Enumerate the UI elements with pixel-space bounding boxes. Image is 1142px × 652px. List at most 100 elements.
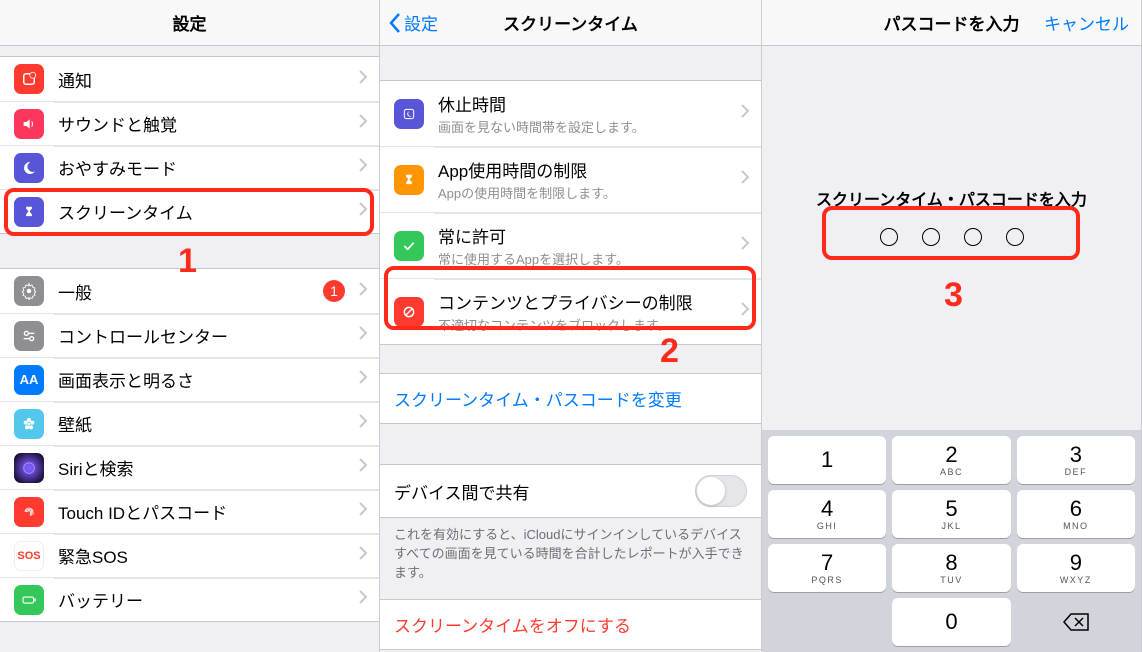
passcode-dot [1006,228,1024,246]
passcode-dot [964,228,982,246]
navbar: パスコードを入力 キャンセル [762,0,1141,46]
back-label: 設定 [404,10,438,35]
row-title: コンテンツとプライバシーの制限 [438,289,733,314]
key-2[interactable]: 2ABC [892,436,1010,484]
settings-panel: 設定 通知 サウンドと触覚 おやすみモード [0,0,380,652]
row-subtitle: 不適切なコンテンツをブロックします。 [438,315,733,334]
battery-icon [14,585,44,615]
change-passcode-link[interactable]: スクリーンタイム・パスコードを変更 [380,373,761,424]
row-label: おやすみモード [58,155,351,180]
chevron-right-icon [359,70,367,89]
row-downtime[interactable]: 休止時間 画面を見ない時間帯を設定します。 [380,81,761,146]
row-label: Siriと検索 [58,455,351,480]
share-across-devices-row[interactable]: デバイス間で共有 [380,464,761,518]
chevron-right-icon [359,414,367,433]
back-button[interactable]: 設定 [388,10,438,35]
key-8[interactable]: 8TUV [892,544,1010,592]
sos-icon: SOS [14,541,44,571]
share-footnote: これを有効にすると、iCloudにサインインしているデバイスすべての画面を見てい… [380,518,761,591]
row-sounds[interactable]: サウンドと触覚 [0,101,379,145]
share-toggle[interactable] [695,475,747,507]
navbar: 設定 [0,0,379,46]
passcode-dot [880,228,898,246]
row-label: サウンドと触覚 [58,111,351,136]
page-title: スクリーンタイム [503,10,638,35]
row-title: App使用時間の制限 [438,157,733,182]
row-dnd[interactable]: おやすみモード [0,145,379,189]
aa-icon: AA [14,365,44,395]
row-title: 休止時間 [438,91,733,116]
chevron-right-icon [741,170,749,189]
key-6[interactable]: 6MNO [1017,490,1135,538]
chevron-right-icon [741,236,749,255]
turn-off-screentime-link[interactable]: スクリーンタイムをオフにする [380,599,761,650]
row-notifications[interactable]: 通知 [0,57,379,101]
row-label: 壁紙 [58,411,351,436]
row-always-allow[interactable]: 常に許可 常に使用するAppを選択します。 [380,212,761,278]
check-icon [394,231,424,261]
row-label: 緊急SOS [58,543,351,568]
row-subtitle: 画面を見ない時間帯を設定します。 [438,117,733,136]
page-title: 設定 [173,10,207,35]
backspace-icon [1062,612,1090,632]
passcode-dot [922,228,940,246]
chevron-right-icon [741,104,749,123]
row-label: バッテリー [58,587,351,612]
settings-group-2: 一般 1 コントロールセンター AA 画面表示と明るさ 壁紙 [0,268,379,622]
chevron-right-icon [359,158,367,177]
row-siri[interactable]: Siriと検索 [0,445,379,489]
annotation-step-number: 1 [178,242,197,281]
key-5[interactable]: 5JKL [892,490,1010,538]
row-control-center[interactable]: コントロールセンター [0,313,379,357]
chevron-right-icon [359,282,367,301]
row-sos[interactable]: SOS 緊急SOS [0,533,379,577]
chevron-right-icon [359,370,367,389]
screentime-panel: 設定 スクリーンタイム 休止時間 画面を見ない時間帯を設定します。 App使用時… [380,0,762,652]
key-3[interactable]: 3DEF [1017,436,1135,484]
passcode-panel: パスコードを入力 キャンセル スクリーンタイム・パスコードを入力 3 1 2AB… [762,0,1142,652]
row-subtitle: 常に使用するAppを選択します。 [438,249,733,268]
row-content-privacy[interactable]: コンテンツとプライバシーの制限 不適切なコンテンツをブロックします。 [380,278,761,344]
key-delete[interactable] [1017,598,1135,646]
hourglass-icon [394,165,424,195]
key-7[interactable]: 7PQRS [768,544,886,592]
row-touchid[interactable]: Touch IDとパスコード [0,489,379,533]
flower-icon [14,409,44,439]
chevron-right-icon [359,114,367,133]
row-label: スクリーンタイム [58,199,351,224]
sound-icon [14,109,44,139]
row-label: Touch IDとパスコード [58,499,351,524]
switch-label: デバイス間で共有 [394,479,695,504]
passcode-dots [880,228,1024,246]
passcode-entry-area: スクリーンタイム・パスコードを入力 3 [762,46,1141,430]
key-0[interactable]: 0 [892,598,1010,646]
chevron-right-icon [359,202,367,221]
hourglass-icon [14,197,44,227]
navbar: 設定 スクリーンタイム [380,0,761,46]
row-label: 画面表示と明るさ [58,367,351,392]
key-9[interactable]: 9WXYZ [1017,544,1135,592]
row-title: 常に許可 [438,223,733,248]
passcode-prompt: スクリーンタイム・パスコードを入力 [816,186,1087,210]
row-battery[interactable]: バッテリー [0,577,379,621]
gear-icon [14,276,44,306]
row-wallpaper[interactable]: 壁紙 [0,401,379,445]
fingerprint-icon [14,497,44,527]
key-4[interactable]: 4GHI [768,490,886,538]
block-icon [394,297,424,327]
cancel-button[interactable]: キャンセル [1044,10,1129,35]
row-display[interactable]: AA 画面表示と明るさ [0,357,379,401]
numeric-keypad: 1 2ABC 3DEF 4GHI 5JKL 6MNO 7PQRS 8TUV 9W… [762,430,1141,652]
moon-icon [394,99,424,129]
chevron-right-icon [741,302,749,321]
switches-icon [14,321,44,351]
screentime-options: 休止時間 画面を見ない時間帯を設定します。 App使用時間の制限 Appの使用時… [380,80,761,345]
key-blank [768,598,886,646]
row-screentime[interactable]: スクリーンタイム [0,189,379,233]
key-1[interactable]: 1 [768,436,886,484]
siri-icon [14,453,44,483]
settings-group-1: 通知 サウンドと触覚 おやすみモード スクリーンタイム [0,56,379,234]
chevron-right-icon [359,546,367,565]
row-app-limits[interactable]: App使用時間の制限 Appの使用時間を制限します。 [380,146,761,212]
row-label: 通知 [58,67,351,92]
